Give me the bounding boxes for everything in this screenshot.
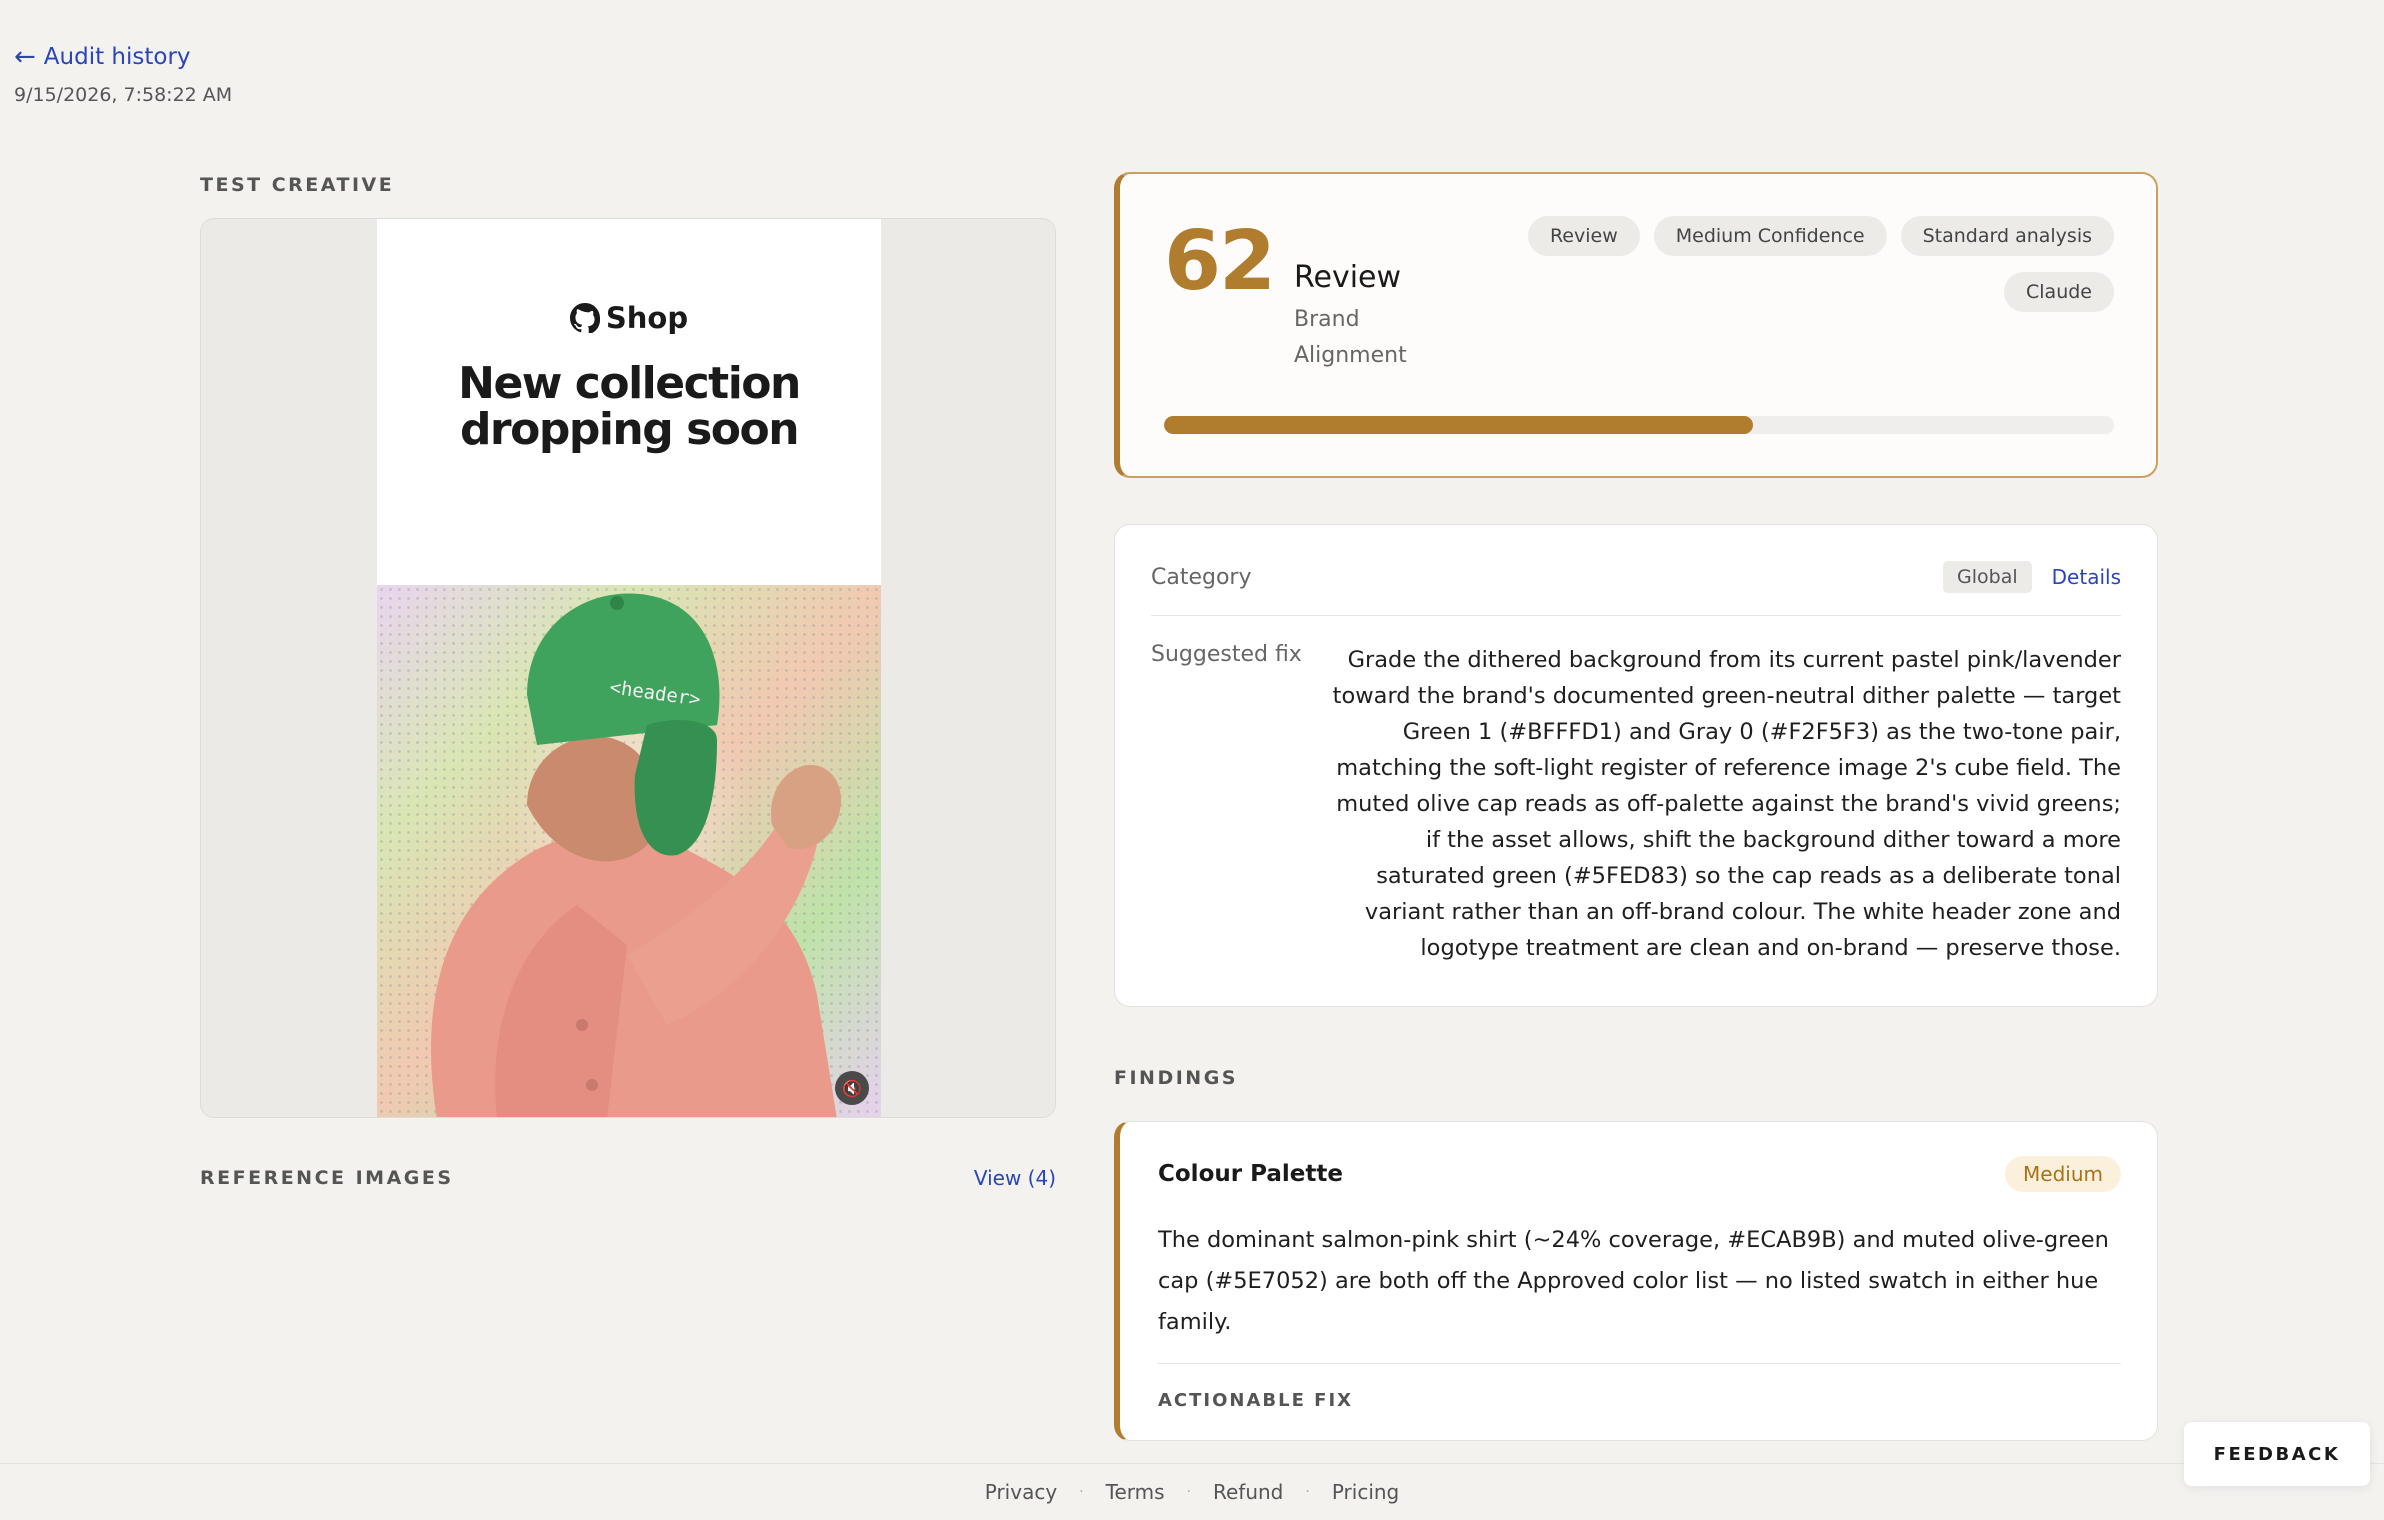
suggested-fix-row: Suggested fix Grade the dithered backgro… — [1151, 616, 2121, 966]
finding-divider — [1158, 1363, 2121, 1364]
model-illustration: <header> — [431, 593, 842, 1117]
mute-button[interactable]: 🔇 — [835, 1071, 869, 1105]
score-value: 62 — [1164, 214, 1276, 309]
footer-link-privacy[interactable]: Privacy — [985, 1480, 1057, 1504]
audit-history-back-link[interactable]: ← Audit history — [14, 44, 232, 70]
view-references-link[interactable]: View (4) — [974, 1166, 1056, 1190]
test-creative-label: TEST CREATIVE — [200, 174, 395, 196]
arrow-left-icon: ← — [14, 42, 36, 72]
severity-badge: Medium — [2005, 1156, 2121, 1192]
creative-headline: New collection dropping soon — [458, 358, 801, 455]
suggested-fix-text: Grade the dithered background from its c… — [1332, 647, 2121, 961]
finding-body: The dominant salmon-pink shirt (~24% cov… — [1158, 1227, 2109, 1335]
category-actions: Global Details — [1943, 561, 2121, 593]
findings-label: FINDINGS — [1114, 1067, 1238, 1089]
finding-header: Colour Palette Medium — [1158, 1156, 2121, 1192]
badge-analysis-type: Standard analysis — [1900, 216, 2114, 256]
badge-review: Review — [1527, 216, 1640, 256]
footer: Privacy · Terms · Refund · Pricing — [0, 1463, 2384, 1520]
score-status: Review — [1294, 260, 1402, 295]
test-creative-image[interactable]: Shop New collection dropping soon <heade… — [377, 219, 881, 1117]
suggested-fix-label: Suggested fix — [1151, 642, 1302, 667]
category-card: Category Global Details Suggested fix Gr… — [1114, 524, 2158, 1007]
back-link-label: Audit history — [43, 44, 191, 70]
score-subtitle: Brand Alignment — [1294, 307, 1407, 368]
reference-images-label: REFERENCE IMAGES — [200, 1167, 454, 1189]
reference-images-row: REFERENCE IMAGES View (4) — [200, 1166, 1056, 1190]
footer-link-terms[interactable]: Terms — [1106, 1480, 1165, 1504]
category-row: Category Global Details — [1151, 561, 2121, 616]
dithered-background: <header> 🔇 — [377, 585, 881, 1117]
finding-card: Colour Palette Medium The dominant salmo… — [1114, 1121, 2158, 1441]
score-card: 62 Review Brand Alignment Review Medium … — [1114, 172, 2158, 478]
actionable-fix-label: ACTIONABLE FIX — [1158, 1390, 1354, 1411]
audit-timestamp: 9/15/2026, 7:58:22 AM — [14, 84, 233, 106]
github-logo-icon — [569, 303, 600, 333]
finding-title: Colour Palette — [1158, 1161, 1343, 1187]
details-link[interactable]: Details — [2052, 565, 2121, 589]
category-label: Category — [1151, 564, 1252, 590]
creative-preview-frame: Shop New collection dropping soon <heade… — [200, 218, 1056, 1118]
footer-link-refund[interactable]: Refund — [1213, 1480, 1283, 1504]
brand-name: Shop — [605, 301, 689, 335]
speaker-muted-icon: 🔇 — [842, 1078, 862, 1098]
footer-separator: · — [1186, 1484, 1191, 1500]
score-badges: Review Medium Confidence Standard analys… — [1494, 216, 2114, 312]
left-column: TEST CREATIVE Shop New collection droppi… — [200, 174, 1056, 1190]
feedback-button[interactable]: FEEDBACK — [2184, 1422, 2370, 1486]
category-chip: Global — [1943, 561, 2032, 593]
right-column: 62 Review Brand Alignment Review Medium … — [1114, 172, 2158, 1441]
footer-link-pricing[interactable]: Pricing — [1332, 1480, 1399, 1504]
footer-separator: · — [1079, 1484, 1084, 1500]
badge-model: Claude — [2004, 272, 2114, 312]
badge-confidence: Medium Confidence — [1653, 216, 1887, 256]
brand-logo: Shop — [377, 301, 881, 335]
top-nav: ← Audit history 9/15/2026, 7:58:22 AM — [14, 44, 232, 106]
score-progress-bar — [1164, 416, 2114, 434]
score-progress-fill — [1164, 416, 1753, 434]
footer-separator: · — [1305, 1484, 1310, 1500]
